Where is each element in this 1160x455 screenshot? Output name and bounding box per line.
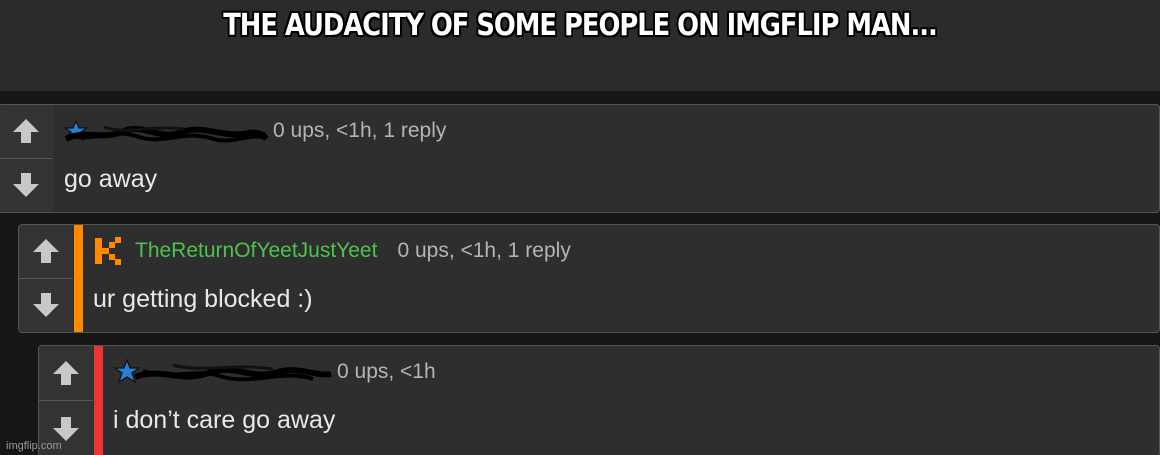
comment-reply: TheReturnOfYeetJustYeet 0 ups, <1h, 1 re… <box>18 224 1160 333</box>
comment-thread: 0 ups, <1h, 1 reply go away TheReturnOfY… <box>0 91 1160 455</box>
downvote-button[interactable] <box>19 278 73 332</box>
comment-text: go away <box>64 165 158 193</box>
comment-meta-line: TheReturnOfYeetJustYeet 0 ups, <1h, 1 re… <box>93 237 1149 265</box>
redacted-username-scribble <box>113 358 332 384</box>
arrow-up-icon <box>13 119 39 144</box>
comment-meta: 0 ups, <1h, 1 reply <box>397 239 571 262</box>
upvote-button[interactable] <box>19 225 73 279</box>
meme-caption: THE AUDACITY OF SOME PEOPLE ON IMGFLIP M… <box>223 8 938 43</box>
username-link[interactable]: TheReturnOfYeetJustYeet <box>135 239 377 263</box>
redacted-username-scribble <box>64 119 269 143</box>
arrow-down-icon <box>53 416 79 441</box>
comment-meta-line: 0 ups, <1h <box>113 358 1149 386</box>
vote-controls <box>0 105 53 212</box>
comment: 0 ups, <1h, 1 reply go away <box>0 104 1160 213</box>
arrow-down-icon <box>13 173 39 198</box>
meme-caption-banner: THE AUDACITY OF SOME PEOPLE ON IMGFLIP M… <box>0 0 1160 91</box>
comment-reply: 0 ups, <1h i don’t care go away <box>38 345 1160 455</box>
arrow-up-icon <box>33 239 59 264</box>
comment-text: ur getting blocked :) <box>93 285 313 313</box>
comment-meta: 0 ups, <1h <box>337 360 436 383</box>
arrow-down-icon <box>33 293 59 318</box>
vote-controls <box>19 225 73 332</box>
k-logo-icon[interactable] <box>93 236 127 266</box>
upvote-button[interactable] <box>39 346 93 401</box>
comment-text: i don’t care go away <box>113 406 336 434</box>
arrow-up-icon <box>53 361 79 385</box>
imgflip-watermark: imgflip.com <box>6 440 62 452</box>
reply-accent-bar <box>74 225 83 332</box>
reply-accent-bar <box>94 346 103 455</box>
downvote-button[interactable] <box>0 158 53 212</box>
star-icon <box>113 358 141 384</box>
comment-meta-line: 0 ups, <1h, 1 reply <box>64 117 1149 145</box>
comment-meta: 0 ups, <1h, 1 reply <box>273 119 447 142</box>
vote-controls <box>39 346 93 455</box>
upvote-button[interactable] <box>0 105 53 159</box>
